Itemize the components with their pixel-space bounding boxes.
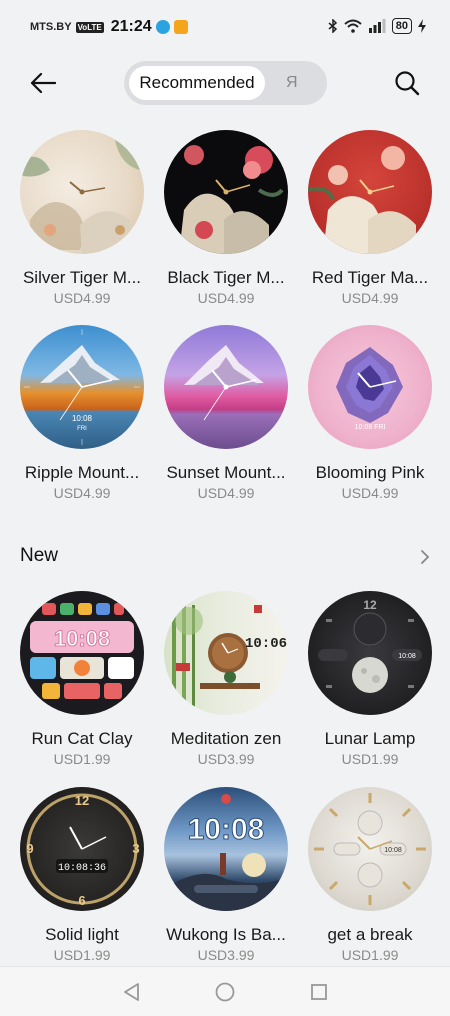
telegram-icon [155, 20, 170, 34]
face-time: 10:08 [398, 653, 416, 660]
watchface-preview: 10:08 FRI [308, 325, 432, 449]
watchface-name: Run Cat Clay [31, 729, 133, 748]
svg-text:12: 12 [363, 598, 377, 612]
back-button[interactable] [24, 64, 62, 102]
battery-indicator: 80 [391, 18, 412, 34]
nav-recents-button[interactable] [306, 979, 332, 1005]
clock: 21:24 [110, 18, 152, 35]
svg-text:12: 12 [75, 793, 89, 808]
face-time: 10:06 [245, 636, 287, 652]
nav-home-button[interactable] [212, 979, 238, 1005]
watchface-preview [20, 130, 144, 254]
watchface-card[interactable]: 12 6 9 3 10:08:36 Solid light USD1.99 [10, 787, 154, 963]
search-button[interactable] [388, 64, 426, 102]
watchface-card[interactable]: Red Tiger Ma... USD4.99 [298, 130, 442, 306]
watchface-preview: 10:08 [20, 591, 144, 715]
circle-home-icon [215, 982, 235, 1002]
watchface-price: USD4.99 [197, 485, 255, 501]
charging-icon [418, 19, 426, 33]
watchface-card[interactable]: 10:08 Wukong Is Ba... USD3.99 [154, 787, 298, 963]
watchface-price: USD1.99 [341, 751, 399, 767]
carrier-label: MTS.BY [30, 21, 72, 33]
watchface-name: Sunset Mount... [166, 463, 286, 482]
signal-icon [368, 19, 386, 33]
watchface-preview [164, 130, 288, 254]
watchface-price: USD1.99 [53, 947, 111, 963]
face-time: 10:08 [188, 813, 265, 846]
face-time: 10:08 FRI [355, 424, 386, 431]
watchface-price: USD3.99 [197, 751, 255, 767]
watchface-price: USD4.99 [53, 485, 111, 501]
triangle-back-icon [124, 983, 139, 1001]
volte-badge: VoLTE [75, 21, 104, 33]
watchface-card[interactable]: Sunset Mount... USD4.99 [154, 325, 298, 501]
square-recents-icon [311, 984, 327, 1000]
search-icon [395, 71, 420, 96]
face-time: 10:08:36 [58, 863, 106, 874]
watchface-name: Red Tiger Ma... [311, 268, 429, 287]
watchface-name: Blooming Pink [315, 463, 425, 482]
watchface-card[interactable]: Black Tiger M... USD4.99 [154, 130, 298, 306]
watchface-price: USD4.99 [197, 290, 255, 306]
svg-text:6: 6 [78, 893, 85, 908]
tab-switcher: Recommended Я [124, 61, 327, 105]
watchface-name: Wukong Is Ba... [166, 925, 286, 944]
watchface-preview: 10:08 FRI [20, 325, 144, 449]
arrow-left-icon [30, 72, 56, 94]
watchface-name: Silver Tiger M... [22, 268, 142, 287]
watchface-preview: 10:08 [308, 787, 432, 911]
svg-text:9: 9 [26, 841, 33, 856]
watchface-price: USD1.99 [53, 751, 111, 767]
status-bar: MTS.BY VoLTE 21:24 80 [0, 0, 450, 56]
face-time: 10:08 [72, 414, 93, 423]
watchface-name: Lunar Lamp [324, 729, 416, 748]
section-title-new: New [20, 545, 59, 566]
notification-app-icon [173, 20, 188, 34]
watchface-card[interactable]: Silver Tiger M... USD4.99 [10, 130, 154, 306]
watchface-preview: 10:08 12 [308, 591, 432, 715]
nav-back-button[interactable] [118, 979, 144, 1005]
svg-text:3: 3 [132, 841, 139, 856]
watchface-price: USD1.99 [341, 947, 399, 963]
watchface-card[interactable]: 10:08 FRI Blooming Pink USD4.99 [298, 325, 442, 501]
watchface-name: Ripple Mount... [24, 463, 140, 482]
watchface-price: USD4.99 [341, 290, 399, 306]
watchface-price: USD4.99 [341, 485, 399, 501]
face-day: FRI [77, 426, 87, 432]
watchface-price: USD3.99 [197, 947, 255, 963]
system-nav-bar [0, 966, 450, 1016]
section-more-button[interactable] [415, 546, 435, 568]
watchface-preview: 12 6 9 3 10:08:36 [20, 787, 144, 911]
wifi-icon [344, 19, 362, 33]
watchface-name: Meditation zen [170, 729, 282, 748]
watchface-preview [308, 130, 432, 254]
watchface-preview: 10:06 [164, 591, 288, 715]
face-time: 10:08 [384, 847, 402, 854]
bluetooth-icon [328, 19, 337, 33]
chevron-right-icon [421, 550, 430, 564]
tab-recommended[interactable]: Recommended [129, 66, 265, 100]
watchface-name: Solid light [45, 925, 119, 944]
watchface-preview: 10:08 [164, 787, 288, 911]
watchface-price: USD4.99 [53, 290, 111, 306]
watchface-card[interactable]: 10:08 12 Lunar Lamp USD1.99 [298, 591, 442, 767]
watchface-name: get a break [327, 925, 413, 944]
watchface-card[interactable]: 10:08 FRI Ripple Mount... USD4.99 [10, 325, 154, 501]
tab-secondary[interactable]: Я [286, 66, 298, 100]
face-time: 10:08 [54, 626, 110, 651]
watchface-card[interactable]: 10:08 Run Cat Clay USD1.99 [10, 591, 154, 767]
watchface-card[interactable]: 10:08 get a break USD1.99 [298, 787, 442, 963]
watchface-preview [164, 325, 288, 449]
watchface-card[interactable]: 10:06 Meditation zen USD3.99 [154, 591, 298, 767]
watchface-name: Black Tiger M... [167, 268, 285, 287]
